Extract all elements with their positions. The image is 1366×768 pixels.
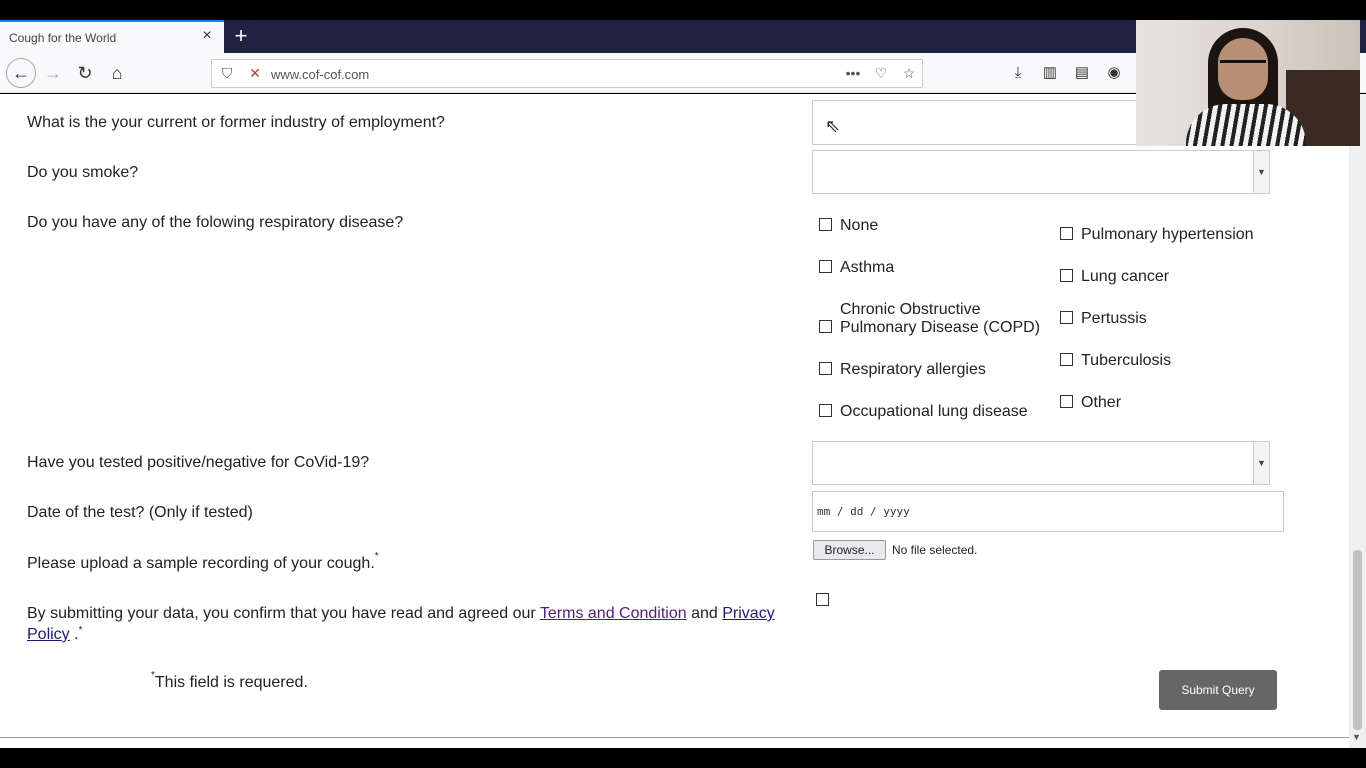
smoke-select[interactable]: ▼: [812, 150, 1270, 194]
consent-suffix: .: [69, 626, 79, 643]
scroll-down-arrow-icon[interactable]: ▼: [1352, 732, 1361, 742]
page-actions-icon[interactable]: •••: [844, 65, 862, 81]
url-bar[interactable]: ⛉ ✕ www.cof-cof.com ••• ♡ ☆: [211, 59, 923, 88]
checkbox-none[interactable]: [819, 218, 832, 231]
shield-icon[interactable]: ⛉: [218, 65, 236, 82]
consent-prefix: By submitting your data, you confirm tha…: [27, 605, 540, 622]
url-text[interactable]: www.cof-cof.com: [271, 67, 369, 82]
screen-bottom-border: [0, 748, 1366, 768]
back-arrow-icon[interactable]: ←: [6, 58, 36, 88]
checkbox-pulmonary-hypertension[interactable]: [1060, 227, 1073, 240]
label-tuberculosis: Tuberculosis: [1081, 352, 1172, 369]
label-other: Other: [1081, 394, 1122, 411]
submit-button[interactable]: Submit Query: [1159, 670, 1277, 710]
question-respiratory: Do you have any of the folowing respirat…: [27, 214, 404, 231]
bookmark-star-icon[interactable]: ☆: [900, 65, 918, 82]
label-copd-line1: Chronic Obstructive: [840, 301, 981, 318]
question-date: Date of the test? (Only if tested): [27, 504, 253, 521]
checkbox-pertussis[interactable]: [1060, 311, 1073, 324]
page-scrollbar[interactable]: ▼: [1349, 94, 1366, 748]
question-upload: Please upload a sample recording of your…: [27, 551, 379, 573]
reload-icon[interactable]: ↻: [72, 60, 98, 86]
browse-button[interactable]: Browse...: [813, 540, 886, 560]
tab-title: Cough for the World: [9, 31, 117, 45]
question-covid: Have you tested positive/negative for Co…: [27, 454, 370, 471]
forward-arrow-icon[interactable]: →: [40, 60, 66, 86]
checkbox-tuberculosis[interactable]: [1060, 353, 1073, 366]
consent-checkbox[interactable]: [816, 593, 829, 606]
question-smoke: Do you smoke?: [27, 164, 139, 181]
downloads-icon[interactable]: ⤓: [1008, 63, 1028, 83]
browser-tab-active[interactable]: Cough for the World ×: [0, 20, 224, 53]
required-asterisk: *: [78, 625, 83, 636]
webcam-person-glasses: [1220, 60, 1266, 72]
upload-text: Please upload a sample recording of your…: [27, 555, 375, 572]
page-bottom-edge: [0, 737, 1349, 748]
privacy-link-line2[interactable]: Policy: [27, 626, 70, 643]
checkbox-other[interactable]: [1060, 395, 1073, 408]
webcam-overlay: [1136, 20, 1360, 146]
required-asterisk: *: [151, 670, 155, 681]
terms-link[interactable]: Terms and Condition: [540, 605, 687, 622]
question-industry: What is the your current or former indus…: [27, 114, 445, 131]
checkbox-asthma[interactable]: [819, 260, 832, 273]
checkbox-lung-cancer[interactable]: [1060, 269, 1073, 282]
privacy-link[interactable]: Privacy: [722, 605, 774, 622]
label-occupational-lung-disease: Occupational lung disease: [840, 403, 1028, 420]
screen-top-border: [0, 0, 1366, 20]
date-placeholder: mm / dd / yyyy: [817, 505, 910, 518]
mouse-pointer-icon: ⇖: [825, 116, 841, 136]
required-note-text: This field is requered.: [154, 674, 308, 691]
label-respiratory-allergies: Respiratory allergies: [840, 361, 986, 378]
tab-close-icon[interactable]: ×: [200, 28, 214, 44]
label-copd-line2: Pulmonary Disease (COPD): [840, 319, 1041, 336]
scrollbar-thumb[interactable]: [1353, 550, 1362, 730]
date-input[interactable]: mm / dd / yyyy: [812, 491, 1284, 532]
library-icon[interactable]: ▥: [1040, 63, 1060, 83]
consent-and: and: [686, 605, 723, 622]
insecure-lock-icon[interactable]: ✕: [246, 65, 264, 82]
required-asterisk: *: [374, 551, 379, 562]
account-icon[interactable]: ◉: [1104, 63, 1124, 83]
new-tab-icon[interactable]: +: [231, 25, 251, 47]
pocket-icon[interactable]: ♡: [872, 65, 890, 82]
label-pulmonary-hypertension: Pulmonary hypertension: [1081, 226, 1254, 243]
covid-select[interactable]: ▼: [812, 441, 1270, 485]
page-content: What is the your current or former indus…: [0, 94, 1349, 737]
sidebar-icon[interactable]: ▤: [1072, 63, 1092, 83]
checkbox-respiratory-allergies[interactable]: [819, 362, 832, 375]
checkbox-copd[interactable]: [819, 320, 832, 333]
webcam-person-body: [1186, 104, 1306, 146]
checkbox-occupational-lung-disease[interactable]: [819, 404, 832, 417]
required-note: *This field is requered.: [151, 670, 308, 692]
chevron-down-icon[interactable]: ▼: [1253, 442, 1269, 484]
label-pertussis: Pertussis: [1081, 310, 1147, 327]
no-file-text: No file selected.: [892, 543, 978, 557]
chevron-down-icon[interactable]: ▼: [1253, 151, 1269, 193]
label-none: None: [840, 217, 879, 234]
consent-text: By submitting your data, you confirm tha…: [27, 603, 787, 645]
label-lung-cancer: Lung cancer: [1081, 268, 1170, 285]
label-asthma: Asthma: [840, 259, 895, 276]
home-icon[interactable]: ⌂: [104, 60, 130, 86]
